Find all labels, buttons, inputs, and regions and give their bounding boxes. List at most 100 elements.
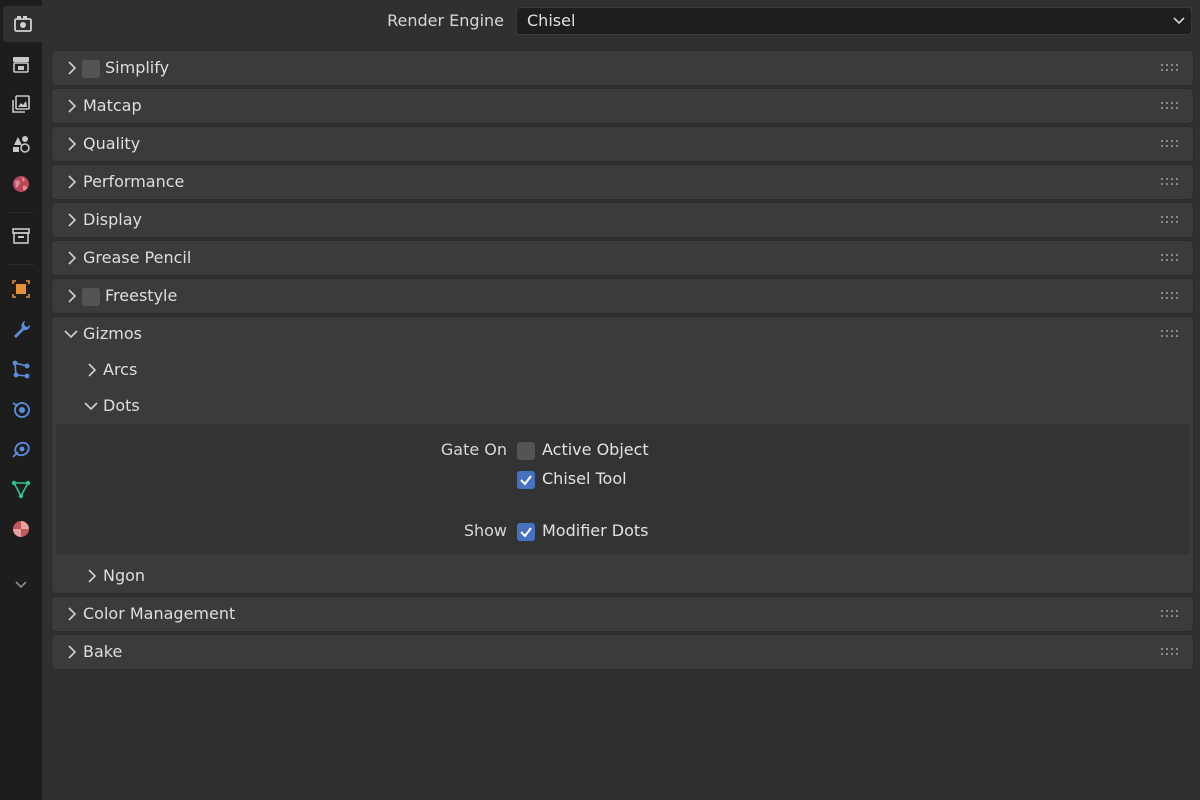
view-layer-tab[interactable] <box>3 86 39 122</box>
scene-tab[interactable] <box>3 126 39 162</box>
panel-display: Display <box>52 203 1193 237</box>
subpanel-dots-content: Gate On Active Object Chisel Tool Show M… <box>56 424 1189 554</box>
render-engine-label: Render Engine <box>387 11 504 30</box>
panel-grease-pencil: Grease Pencil <box>52 241 1193 275</box>
render-tab[interactable] <box>3 6 42 42</box>
panel-bake-title: Bake <box>83 642 123 661</box>
panel-simplify-title: Simplify <box>105 58 170 77</box>
panel-performance-header[interactable]: Performance <box>52 165 1193 199</box>
chevron-right-icon <box>68 251 77 265</box>
tab-separator <box>8 212 34 213</box>
data-tab[interactable] <box>3 471 39 507</box>
modifier-dots-checkbox[interactable] <box>517 523 535 541</box>
drag-grip-icon[interactable] <box>1161 140 1179 148</box>
chevron-right-icon <box>88 569 97 583</box>
constraints-tab[interactable] <box>3 431 39 467</box>
drag-grip-icon[interactable] <box>1161 254 1179 262</box>
particles-tab[interactable] <box>3 351 39 387</box>
world-tab-icon <box>13 176 29 192</box>
subpanel-arcs-header[interactable]: Arcs <box>52 353 1193 387</box>
modifier-dots-label: Modifier Dots <box>542 521 649 540</box>
render-tab-icon <box>13 16 32 32</box>
render-engine-dropdown[interactable]: Chisel <box>516 7 1192 35</box>
output-tab-icon <box>13 57 29 73</box>
subpanel-dots-title: Dots <box>103 396 140 415</box>
panel-matcap: Matcap <box>52 89 1193 123</box>
more-tabs-icon <box>15 581 27 589</box>
chisel-tool-label: Chisel Tool <box>542 469 627 488</box>
panel-freestyle-header[interactable]: Freestyle <box>52 279 1193 313</box>
constraints-tab-icon <box>12 441 30 458</box>
panel-performance: Performance <box>52 165 1193 199</box>
object-tab[interactable] <box>3 271 39 307</box>
chevron-right-icon <box>68 213 77 227</box>
scene-tab-icon <box>13 136 30 153</box>
active-object-label: Active Object <box>542 440 649 459</box>
tab-separator <box>8 264 34 265</box>
material-tab-icon <box>13 521 29 537</box>
drag-grip-icon[interactable] <box>1161 648 1179 656</box>
render-engine-value: Chisel <box>527 11 576 30</box>
output-tab[interactable] <box>3 46 39 82</box>
material-tab[interactable] <box>3 511 39 547</box>
panel-grease-pencil-title: Grease Pencil <box>83 248 192 267</box>
panel-gizmos: Gizmos Arcs Dots Gate On Active Object C… <box>52 317 1193 593</box>
panel-color-management-title: Color Management <box>83 604 236 623</box>
panel-bake: Bake <box>52 635 1193 669</box>
chisel-tool-checkbox[interactable] <box>517 471 535 489</box>
physics-tab[interactable] <box>3 391 39 427</box>
panel-bake-header[interactable]: Bake <box>52 635 1193 669</box>
world-tab[interactable] <box>3 166 39 202</box>
simplify-checkbox[interactable] <box>82 60 100 78</box>
drag-grip-icon[interactable] <box>1161 216 1179 224</box>
properties-tab-bar <box>0 0 42 800</box>
particles-tab-icon <box>12 360 30 379</box>
modifier-tab[interactable] <box>3 311 39 347</box>
panel-quality: Quality <box>52 127 1193 161</box>
chevron-right-icon <box>68 607 77 621</box>
panel-simplify: Simplify <box>52 51 1193 85</box>
freestyle-checkbox[interactable] <box>82 288 100 306</box>
modifier-tab-icon <box>14 321 31 338</box>
panel-display-title: Display <box>83 210 142 229</box>
panel-performance-title: Performance <box>83 172 185 191</box>
drag-grip-icon[interactable] <box>1161 102 1179 110</box>
subpanel-ngon-header[interactable]: Ngon <box>52 559 1193 593</box>
view-layer-tab-icon <box>12 95 30 113</box>
subpanel-dots-header[interactable]: Dots <box>52 389 1193 423</box>
collection-tab[interactable] <box>3 218 39 254</box>
collection-tab-icon <box>12 228 30 244</box>
chevron-down-icon <box>1173 17 1185 25</box>
active-object-checkbox[interactable] <box>517 442 535 460</box>
panel-gizmos-header[interactable]: Gizmos <box>52 317 1193 351</box>
chevron-right-icon <box>68 645 77 659</box>
chevron-right-icon <box>88 363 97 377</box>
chevron-down-icon <box>84 402 98 411</box>
drag-grip-icon[interactable] <box>1161 292 1179 300</box>
drag-grip-icon[interactable] <box>1161 64 1179 72</box>
physics-tab-icon <box>12 402 30 418</box>
panel-grease-pencil-header[interactable]: Grease Pencil <box>52 241 1193 275</box>
panel-freestyle: Freestyle <box>52 279 1193 313</box>
drag-grip-icon[interactable] <box>1161 178 1179 186</box>
more-tabs[interactable] <box>3 566 39 602</box>
chevron-right-icon <box>68 61 77 75</box>
chevron-right-icon <box>68 137 77 151</box>
show-label: Show <box>463 521 507 540</box>
subpanel-ngon-title: Ngon <box>103 566 146 585</box>
drag-grip-icon[interactable] <box>1161 610 1179 618</box>
panel-matcap-title: Matcap <box>83 96 142 115</box>
drag-grip-icon[interactable] <box>1161 330 1179 338</box>
panel-display-header[interactable]: Display <box>52 203 1193 237</box>
data-tab-icon <box>11 480 31 499</box>
panel-quality-title: Quality <box>83 134 141 153</box>
panel-simplify-header[interactable]: Simplify <box>52 51 1193 85</box>
panel-matcap-header[interactable]: Matcap <box>52 89 1193 123</box>
object-tab-icon <box>12 280 30 298</box>
panel-color-management-header[interactable]: Color Management <box>52 597 1193 631</box>
panel-freestyle-title: Freestyle <box>105 286 178 305</box>
panel-quality-header[interactable]: Quality <box>52 127 1193 161</box>
checkmark-icon <box>520 527 532 538</box>
render-engine-row: Render Engine Chisel <box>42 7 1192 35</box>
panel-gizmos-title: Gizmos <box>83 324 142 343</box>
